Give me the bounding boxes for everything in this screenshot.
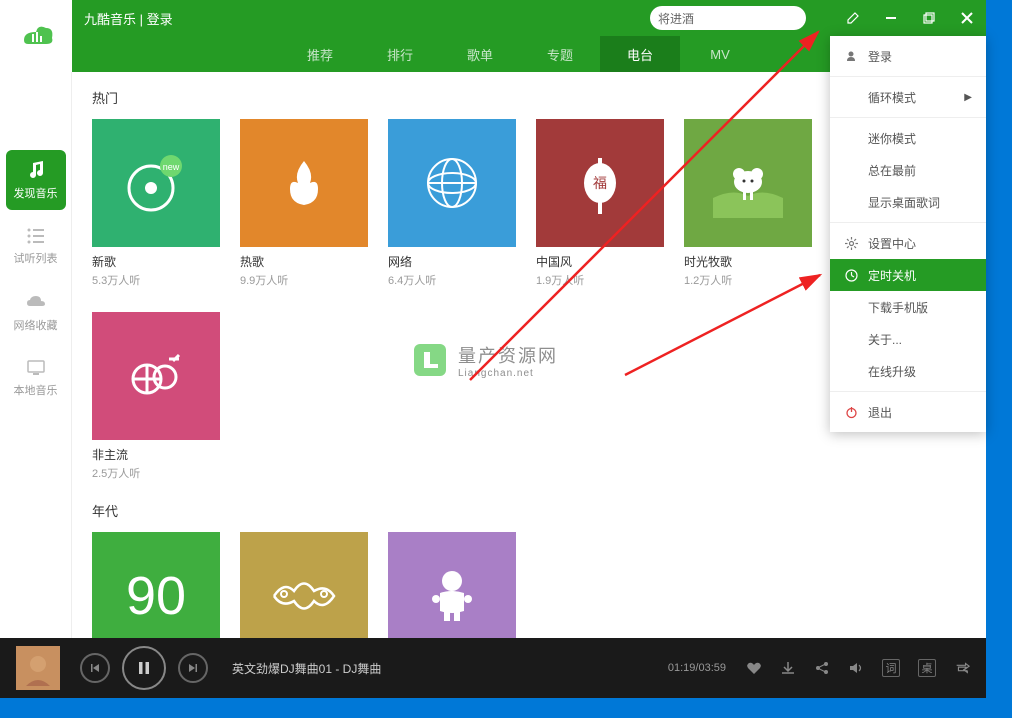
app-title: 九酷音乐 | 登录 [84,9,173,28]
sidebar-item-local[interactable]: 本地音乐 [6,348,66,408]
prev-button[interactable] [80,653,110,683]
volume-button[interactable] [848,660,864,676]
settings-dropdown: 登录 循环模式▶ 迷你模式 总在最前 显示桌面歌词 设置中心 定时关机 下载手机… [830,36,986,432]
chevron-right-icon: ▶ [964,92,972,103]
card-network[interactable]: 网络6.4万人听 [388,119,516,288]
card-new-songs[interactable]: new新歌5.3万人听 [92,119,220,288]
titlebar: 九酷音乐 | 登录 [0,0,986,36]
search-input[interactable] [658,11,813,25]
sidebar-item-history[interactable]: 试听列表 [6,216,66,276]
play-pause-button[interactable] [122,646,166,690]
lyric-button[interactable]: 词 [882,659,900,677]
loop-button[interactable] [954,660,970,676]
maximize-button[interactable] [922,11,936,25]
nav-tab-radio[interactable]: 电台 [600,36,680,72]
wrench-icon[interactable] [846,11,860,25]
player-time: 01:19/03:59 [668,662,726,674]
menu-loop-mode[interactable]: 循环模式▶ [830,81,986,113]
menu-login[interactable]: 登录 [830,40,986,72]
share-button[interactable] [814,660,830,676]
app-logo [0,0,72,72]
sidebar-label: 本地音乐 [14,382,58,398]
card-hot-songs[interactable]: 热歌9.9万人听 [240,119,368,288]
svg-text:福: 福 [593,175,607,191]
sidebar-item-cloud[interactable]: 网络收藏 [6,282,66,342]
nav-tab-mv[interactable]: MV [680,36,760,72]
sidebar: 发现音乐 试听列表 网络收藏 本地音乐 反馈 [0,72,72,698]
favorite-button[interactable] [746,660,762,676]
user-icon [844,49,858,63]
svg-text:new: new [163,162,180,172]
nav-tab-recommend[interactable]: 推荐 [280,36,360,72]
nav-tab-topic[interactable]: 专题 [520,36,600,72]
gear-icon [844,236,858,250]
next-button[interactable] [178,653,208,683]
menu-always-on-top[interactable]: 总在最前 [830,154,986,186]
cloud-icon [25,291,47,313]
clock-icon [844,268,858,282]
card-pastoral[interactable]: 时光牧歌1.2万人听 [684,119,812,288]
section-title-era: 年代 [92,501,966,520]
sidebar-label: 发现音乐 [14,185,58,201]
menu-exit[interactable]: 退出 [830,396,986,428]
music-note-icon [25,159,47,181]
monitor-icon [26,358,46,378]
menu-desktop-lyric[interactable]: 显示桌面歌词 [830,186,986,218]
menu-settings-center[interactable]: 设置中心 [830,227,986,259]
now-playing-title: 英文劲爆DJ舞曲01 - DJ舞曲 [232,660,381,677]
nav-tab-rank[interactable]: 排行 [360,36,440,72]
player-bar: 英文劲爆DJ舞曲01 - DJ舞曲 01:19/03:59 词 桌 [0,638,986,698]
sidebar-item-discover[interactable]: 发现音乐 [6,150,66,210]
minimize-button[interactable] [884,11,898,25]
menu-online-upgrade[interactable]: 在线升级 [830,355,986,387]
window-controls [846,11,974,25]
sidebar-label: 网络收藏 [14,317,58,333]
download-button[interactable] [780,660,796,676]
card-alternative[interactable]: 非主流2.5万人听 [92,312,220,481]
menu-timed-shutdown[interactable]: 定时关机 [830,259,986,291]
list-icon [26,226,46,246]
close-button[interactable] [960,11,974,25]
app-window: 九酷音乐 | 登录 推荐 排行 歌单 专题 电台 MV 发现音乐 [0,0,986,698]
nav-tab-playlist[interactable]: 歌单 [440,36,520,72]
menu-about[interactable]: 关于... [830,323,986,355]
search-box[interactable] [650,6,806,30]
desktop-lyric-button[interactable]: 桌 [918,659,936,677]
power-icon [844,405,858,419]
sidebar-label: 试听列表 [14,250,58,266]
menu-mini-mode[interactable]: 迷你模式 [830,122,986,154]
card-chinese-style[interactable]: 福中国风1.9万人听 [536,119,664,288]
menu-download-mobile[interactable]: 下载手机版 [830,291,986,323]
album-art[interactable] [16,646,60,690]
